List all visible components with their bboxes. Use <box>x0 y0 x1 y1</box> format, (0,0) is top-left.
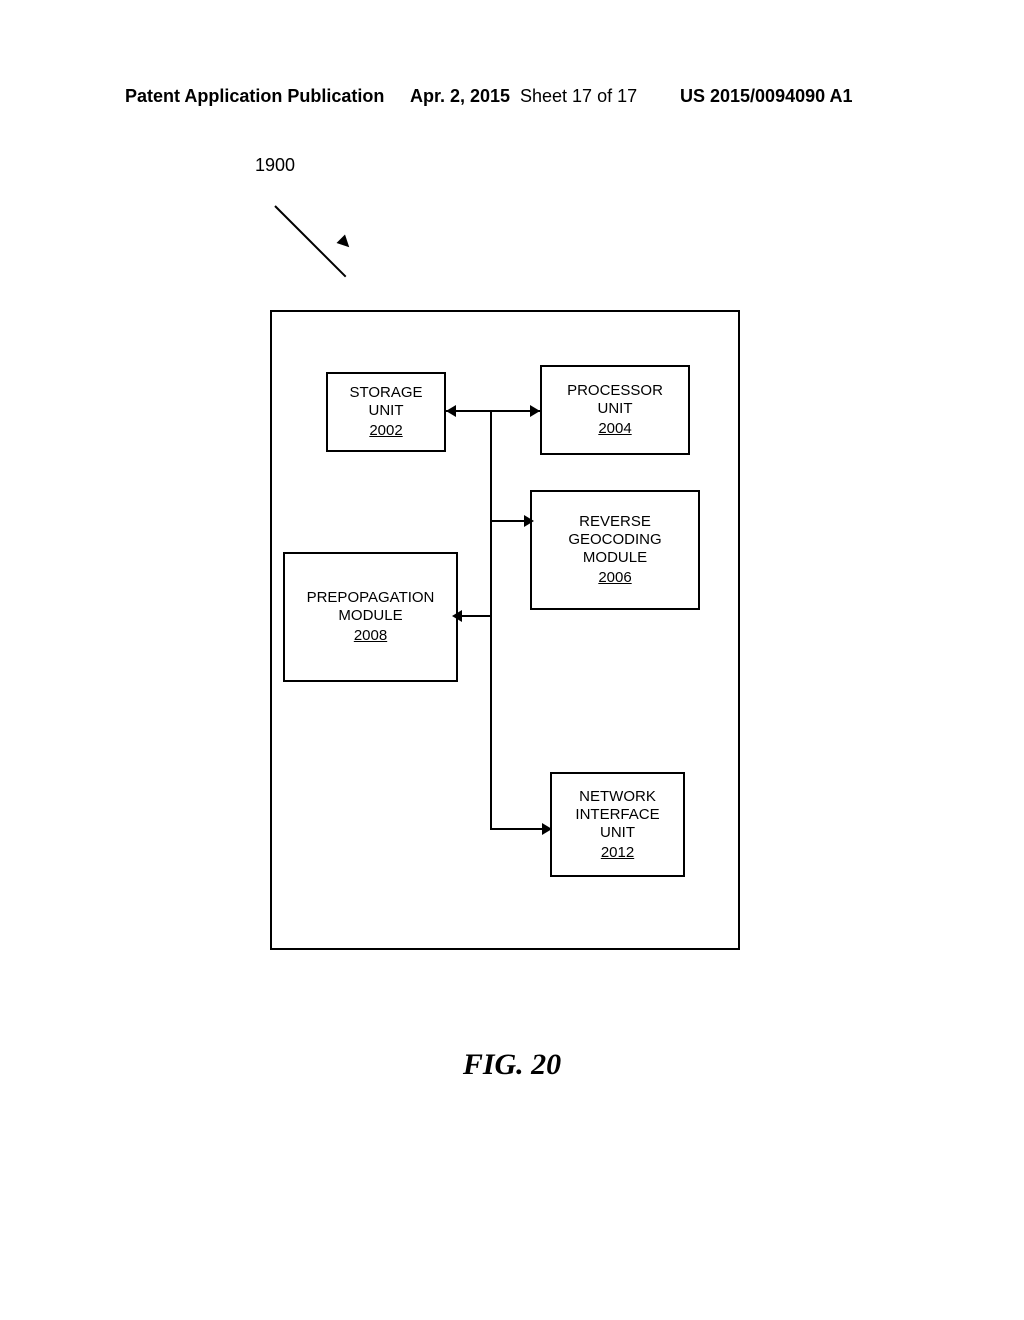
prepopagation-module-block: PREPOPAGATION MODULE 2008 <box>283 552 458 682</box>
sheet-number: Sheet 17 of 17 <box>520 86 637 107</box>
publication-label: Patent Application Publication <box>125 86 384 107</box>
publication-number: US 2015/0094090 A1 <box>680 86 852 107</box>
block-label: MODULE <box>583 549 647 567</box>
reverse-geocoding-module-block: REVERSE GEOCODING MODULE 2006 <box>530 490 700 610</box>
block-label: REVERSE <box>579 513 651 531</box>
block-number: 2012 <box>601 844 634 862</box>
block-label: PREPOPAGATION <box>307 589 435 607</box>
arrowhead-icon <box>542 823 552 835</box>
connector-line <box>458 615 492 617</box>
block-label: STORAGE <box>349 384 422 402</box>
block-label: INTERFACE <box>575 806 659 824</box>
block-label: UNIT <box>598 400 633 418</box>
block-label: UNIT <box>369 402 404 420</box>
block-number: 2004 <box>598 420 631 438</box>
block-label: UNIT <box>600 824 635 842</box>
storage-unit-block: STORAGE UNIT 2002 <box>326 372 446 452</box>
reference-arrow-icon <box>285 175 365 255</box>
connector-line <box>490 410 492 830</box>
block-number: 2008 <box>354 627 387 645</box>
reference-label-1900: 1900 <box>255 155 295 176</box>
arrowhead-icon <box>452 610 462 622</box>
arrowhead-icon <box>530 405 540 417</box>
patent-page: Patent Application Publication Apr. 2, 2… <box>0 0 1024 1320</box>
block-number: 2002 <box>369 422 402 440</box>
block-label: NETWORK <box>579 788 656 806</box>
arrowhead-icon <box>524 515 534 527</box>
connector-line <box>490 828 548 830</box>
block-label: MODULE <box>338 607 402 625</box>
figure-caption: FIG. 20 <box>0 1048 1024 1082</box>
block-label: PROCESSOR <box>567 382 663 400</box>
network-interface-unit-block: NETWORK INTERFACE UNIT 2012 <box>550 772 685 877</box>
arrowhead-icon <box>446 405 456 417</box>
connector-line <box>446 410 540 412</box>
processor-unit-block: PROCESSOR UNIT 2004 <box>540 365 690 455</box>
publication-date: Apr. 2, 2015 <box>410 86 510 107</box>
block-number: 2006 <box>598 569 631 587</box>
block-label: GEOCODING <box>568 531 661 549</box>
